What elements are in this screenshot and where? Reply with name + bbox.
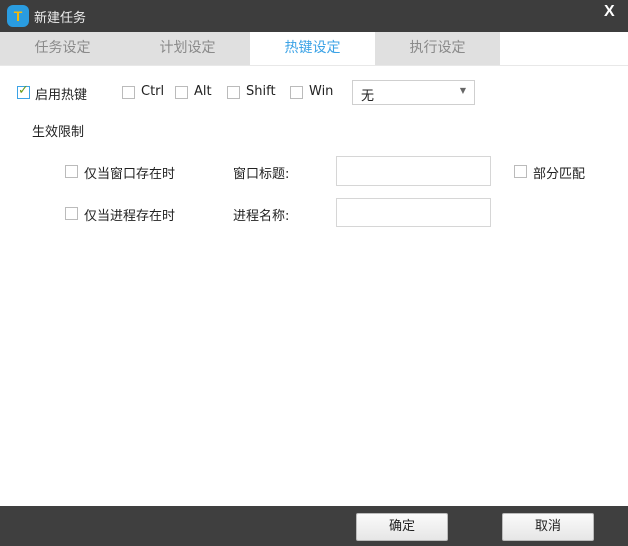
window-exists-label: 仅当窗口存在时 [84, 167, 176, 182]
process-name-input[interactable] [336, 198, 491, 227]
window-exists-checkbox[interactable] [65, 165, 78, 178]
window-title-input[interactable] [336, 156, 491, 186]
tab-schedule-settings[interactable]: 计划设定 [125, 32, 250, 65]
ctrl-checkbox[interactable] [122, 86, 135, 99]
partial-match-checkbox[interactable] [514, 165, 527, 178]
win-label: Win [309, 84, 334, 99]
cancel-button[interactable]: 取消 [502, 513, 594, 541]
window-title: 新建任务 [34, 11, 87, 26]
process-exists-label: 仅当进程存在时 [84, 209, 176, 224]
tab-hotkey-settings[interactable]: 热键设定 [250, 32, 375, 65]
limits-heading: 生效限制 [32, 125, 85, 140]
window-title-label: 窗口标题: [233, 167, 290, 182]
shift-checkbox[interactable] [227, 86, 240, 99]
close-button[interactable]: X [604, 3, 615, 21]
app-logo-icon: T [7, 5, 29, 27]
title-bar: T 新建任务 X [0, 0, 628, 32]
process-exists-checkbox[interactable] [65, 207, 78, 220]
enable-hotkey-checkbox[interactable] [17, 83, 30, 99]
chevron-down-icon: ▼ [459, 86, 466, 95]
alt-label: Alt [194, 84, 212, 99]
hotkey-key-select[interactable]: 无 ▼ [352, 80, 475, 105]
win-checkbox[interactable] [290, 86, 303, 99]
process-name-label: 进程名称: [233, 209, 290, 224]
tab-divider [0, 65, 628, 66]
shift-label: Shift [246, 84, 276, 99]
partial-match-label: 部分匹配 [533, 167, 586, 182]
hotkey-key-value: 无 [361, 89, 375, 104]
tab-execute-settings[interactable]: 执行设定 [375, 32, 500, 65]
alt-checkbox[interactable] [175, 86, 188, 99]
tab-task-settings[interactable]: 任务设定 [0, 32, 125, 65]
ctrl-label: Ctrl [141, 84, 165, 99]
ok-button[interactable]: 确定 [356, 513, 448, 541]
enable-hotkey-label: 启用热键 [35, 88, 88, 103]
